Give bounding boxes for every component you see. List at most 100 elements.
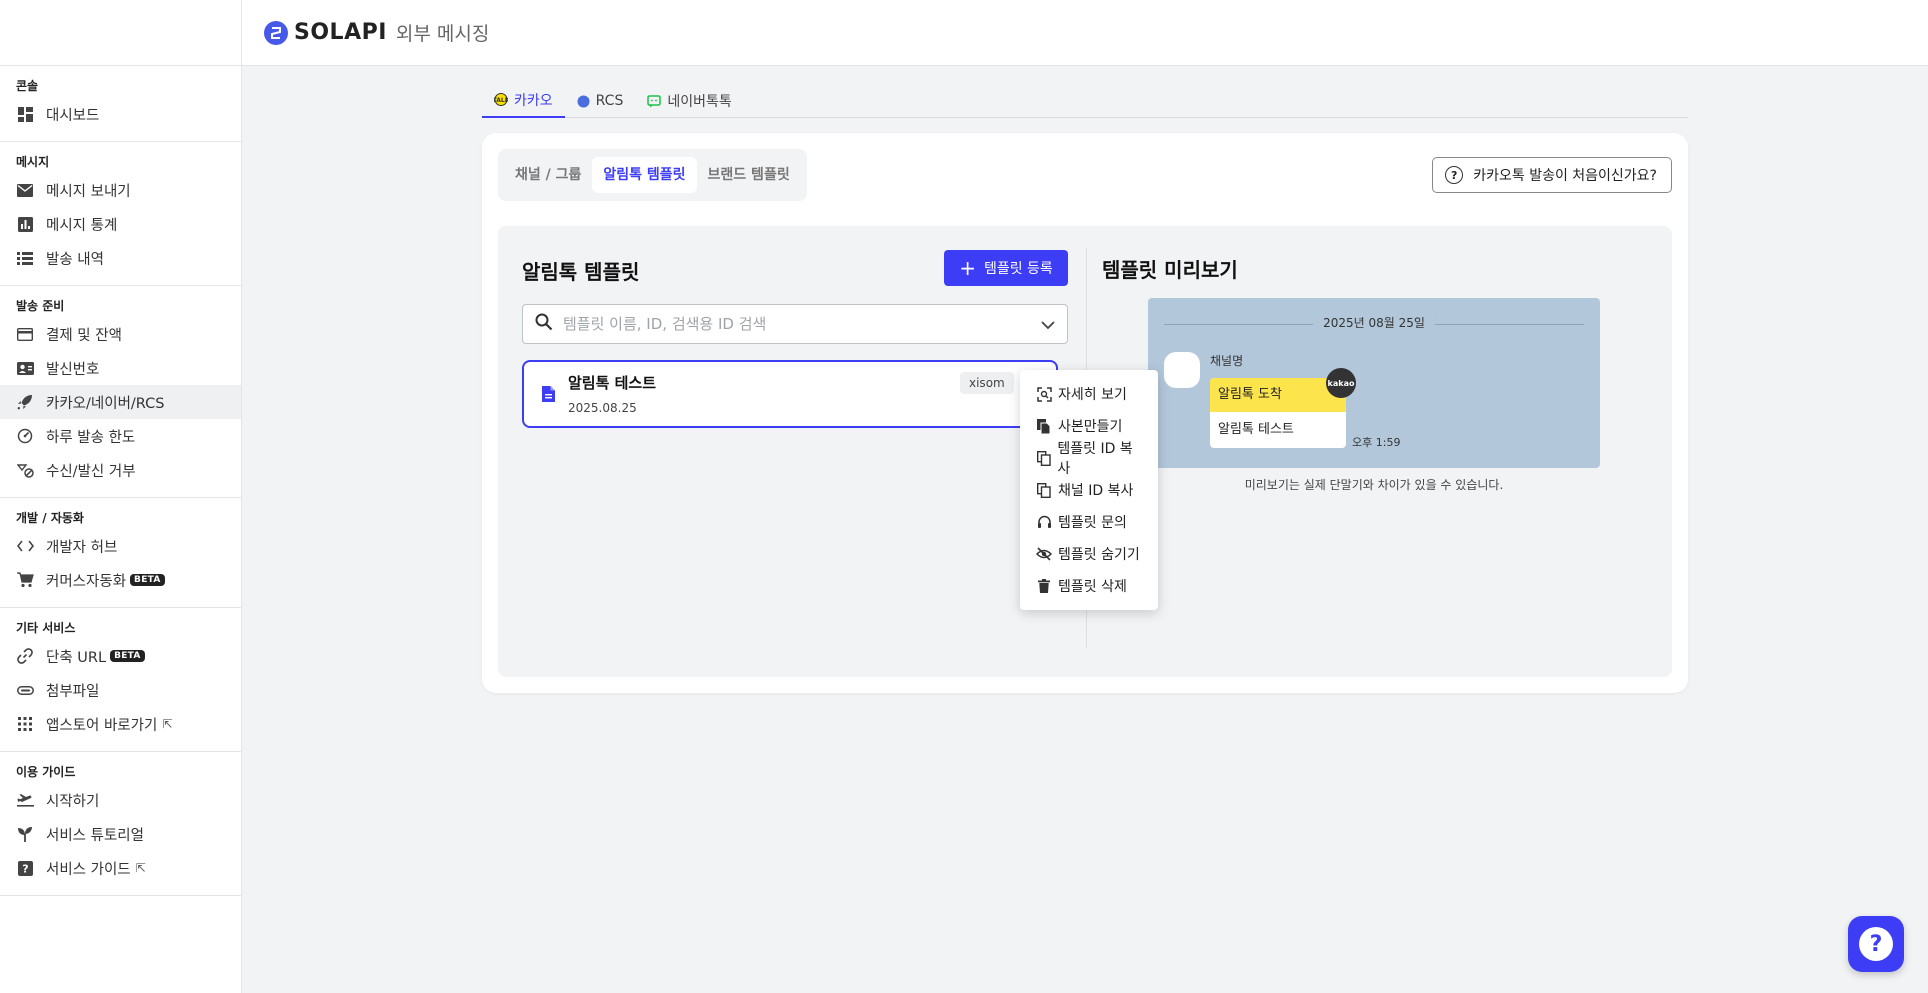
sidebar-item-label: 커머스자동화 (46, 573, 127, 590)
sidebar-item-label: 시작하기 (46, 793, 100, 810)
help-button-label: 카카오톡 발송이 처음이신가요? (1473, 168, 1657, 184)
tab-alimtalk-template[interactable]: 알림톡 템플릿 (592, 157, 697, 193)
sidebar-item-message-stats[interactable]: 메시지 통계 (0, 207, 241, 241)
preview-note: 미리보기는 실제 단말기와 차이가 있을 수 있습니다. (1244, 478, 1504, 492)
help-box-icon: ? (16, 859, 34, 877)
sidebar-item-label: 수신/발신 거부 (46, 463, 136, 480)
block-icon (16, 461, 34, 479)
tab-naver-talktalk[interactable]: 네이버톡톡 (635, 84, 743, 118)
solapi-logo-icon[interactable] (264, 20, 288, 45)
question-icon: ? (1445, 166, 1464, 184)
sidebar-item-sender-number[interactable]: 발신번호 (0, 351, 241, 385)
sidebar-item-label: 하루 발송 한도 (46, 429, 136, 446)
kakao-first-time-help-button[interactable]: ? 카카오톡 발송이 처음이신가요? (1432, 157, 1672, 193)
chart-icon (16, 215, 34, 233)
copy-icon (1036, 450, 1051, 466)
sidebar-item-getting-started[interactable]: 시작하기 (0, 783, 241, 817)
tab-channel-group[interactable]: 채널 / 그룹 (504, 157, 592, 193)
menu-item-hide[interactable]: 템플릿 숨기기 (1020, 538, 1158, 570)
kakao-preview: 2025년 08월 25일 채널명 알림톡 도착 알림톡 테스트 kakao 오… (1148, 298, 1600, 468)
apps-icon (16, 715, 34, 733)
external-link-icon: ⇱ (162, 717, 173, 731)
sidebar-item-kakao-naver-rcs[interactable]: 카카오/네이버/RCS (0, 385, 241, 419)
sidebar-item-service-guide[interactable]: ? 서비스 가이드 ⇱ (0, 851, 241, 885)
sidebar-item-label: 결제 및 잔액 (46, 327, 122, 344)
document-icon (542, 386, 555, 406)
menu-item-inquiry[interactable]: 템플릿 문의 (1020, 506, 1158, 538)
tab-label: RCS (595, 93, 624, 109)
sidebar-item-label: 첨부파일 (46, 683, 100, 700)
external-link-icon: ⇱ (135, 861, 146, 875)
dashboard-icon (16, 105, 34, 123)
sidebar-section-other: 기타 서비스 단축 URL BETA 첨부파일 앱스토어 바로가기 ⇱ (0, 608, 241, 752)
card-icon (16, 325, 34, 343)
preview-date: 2025년 08월 25일 (1313, 314, 1435, 331)
sidebar-item-developer-hub[interactable]: 개발자 허브 (0, 529, 241, 563)
template-list-title: 알림톡 템플릿 (522, 260, 640, 284)
sub-tabs: 채널 / 그룹 알림톡 템플릿 브랜드 템플릿 (498, 149, 807, 201)
sidebar-item-label: 서비스 튜토리얼 (46, 827, 144, 844)
sidebar-item-short-url[interactable]: 단축 URL BETA (0, 639, 241, 673)
message-bubble: 알림톡 도착 알림톡 테스트 (1210, 378, 1346, 448)
brand-name[interactable]: SOLAPI (294, 20, 387, 45)
channel-avatar (1164, 352, 1200, 388)
template-search[interactable] (522, 304, 1068, 344)
copy-icon (1036, 482, 1052, 498)
brand-subtitle: 외부 메시징 (395, 23, 490, 45)
kakao-talk-icon: TALK (494, 93, 508, 107)
menu-item-copy-channel-id[interactable]: 채널 ID 복사 (1020, 474, 1158, 506)
sidebar-section-message: 메시지 메시지 보내기 메시지 통계 발송 내역 (0, 142, 241, 286)
tab-rcs[interactable]: RCS (565, 84, 636, 118)
kakao-badge-icon: kakao (1326, 368, 1356, 398)
attach-icon (16, 681, 34, 699)
section-title: 발송 준비 (16, 299, 65, 313)
beta-badge: BETA (130, 574, 165, 586)
search-input[interactable] (563, 315, 1041, 333)
rcs-icon (577, 95, 590, 108)
sidebar-item-label: 단축 URL (46, 649, 107, 666)
bubble-body: 알림톡 테스트 (1218, 422, 1294, 437)
sidebar-item-send-history[interactable]: 발송 내역 (0, 241, 241, 275)
sidebar-item-reject[interactable]: 수신/발신 거부 (0, 453, 241, 487)
sidebar-section-dev: 개발 / 자동화 개발자 허브 커머스자동화 BETA (0, 498, 241, 608)
menu-item-view-detail[interactable]: 자세히 보기 (1020, 378, 1158, 410)
sidebar-item-tutorial[interactable]: 서비스 튜토리얼 (0, 817, 241, 851)
sidebar-item-label: 대시보드 (46, 107, 100, 124)
takeoff-icon (16, 791, 34, 809)
menu-item-label: 자세히 보기 (1058, 387, 1127, 403)
sidebar-item-label: 발송 내역 (46, 251, 104, 268)
sidebar-item-commerce-automation[interactable]: 커머스자동화 BETA (0, 563, 241, 597)
tab-label: 네이버톡톡 (667, 94, 732, 110)
sidebar: 콘솔 대시보드 메시지 메시지 보내기 메시지 통계 발송 내역 발송 준비 결… (0, 0, 242, 993)
sidebar-item-send-message[interactable]: 메시지 보내기 (0, 173, 241, 207)
tab-brand-template[interactable]: 브랜드 템플릿 (697, 157, 801, 193)
headset-icon (1036, 514, 1052, 530)
menu-item-label: 템플릿 숨기기 (1058, 547, 1140, 563)
sidebar-section-console: 콘솔 대시보드 (0, 66, 241, 142)
menu-item-label: 템플릿 문의 (1058, 515, 1127, 531)
chevron-down-icon[interactable] (1041, 315, 1055, 334)
sidebar-item-attachment[interactable]: 첨부파일 (0, 673, 241, 707)
template-list-item[interactable]: 알림톡 테스트 2025.08.25 xisom (522, 360, 1058, 428)
sidebar-item-label: 앱스토어 바로가기 (46, 717, 158, 734)
sidebar-item-appstore[interactable]: 앱스토어 바로가기 ⇱ (0, 707, 241, 741)
message-time: 오후 1:59 (1352, 436, 1401, 449)
menu-item-copy-template-id[interactable]: 템플릿 ID 복사 (1020, 441, 1158, 477)
sidebar-item-dashboard[interactable]: 대시보드 (0, 97, 241, 131)
plus-icon: + (959, 256, 976, 280)
section-title: 개발 / 자동화 (16, 511, 84, 525)
top-header: SOLAPI 외부 메시징 (242, 0, 1928, 66)
sidebar-section-guide: 이용 가이드 시작하기 서비스 튜토리얼 ? 서비스 가이드 ⇱ (0, 752, 241, 896)
sidebar-item-label: 서비스 가이드 (46, 861, 131, 878)
add-template-button[interactable]: + 템플릿 등록 (944, 250, 1068, 286)
support-chat-button[interactable]: ? (1848, 916, 1904, 972)
add-template-label: 템플릿 등록 (983, 261, 1053, 277)
menu-item-delete[interactable]: 템플릿 삭제 (1020, 570, 1158, 602)
sidebar-item-payment[interactable]: 결제 및 잔액 (0, 317, 241, 351)
tab-kakao[interactable]: TALK 카카오 (482, 84, 565, 118)
sidebar-item-daily-limit[interactable]: 하루 발송 한도 (0, 419, 241, 453)
svg-text:TALK: TALK (494, 97, 508, 104)
sidebar-top (0, 0, 241, 66)
link-icon (16, 647, 34, 665)
section-title: 이용 가이드 (16, 765, 76, 779)
